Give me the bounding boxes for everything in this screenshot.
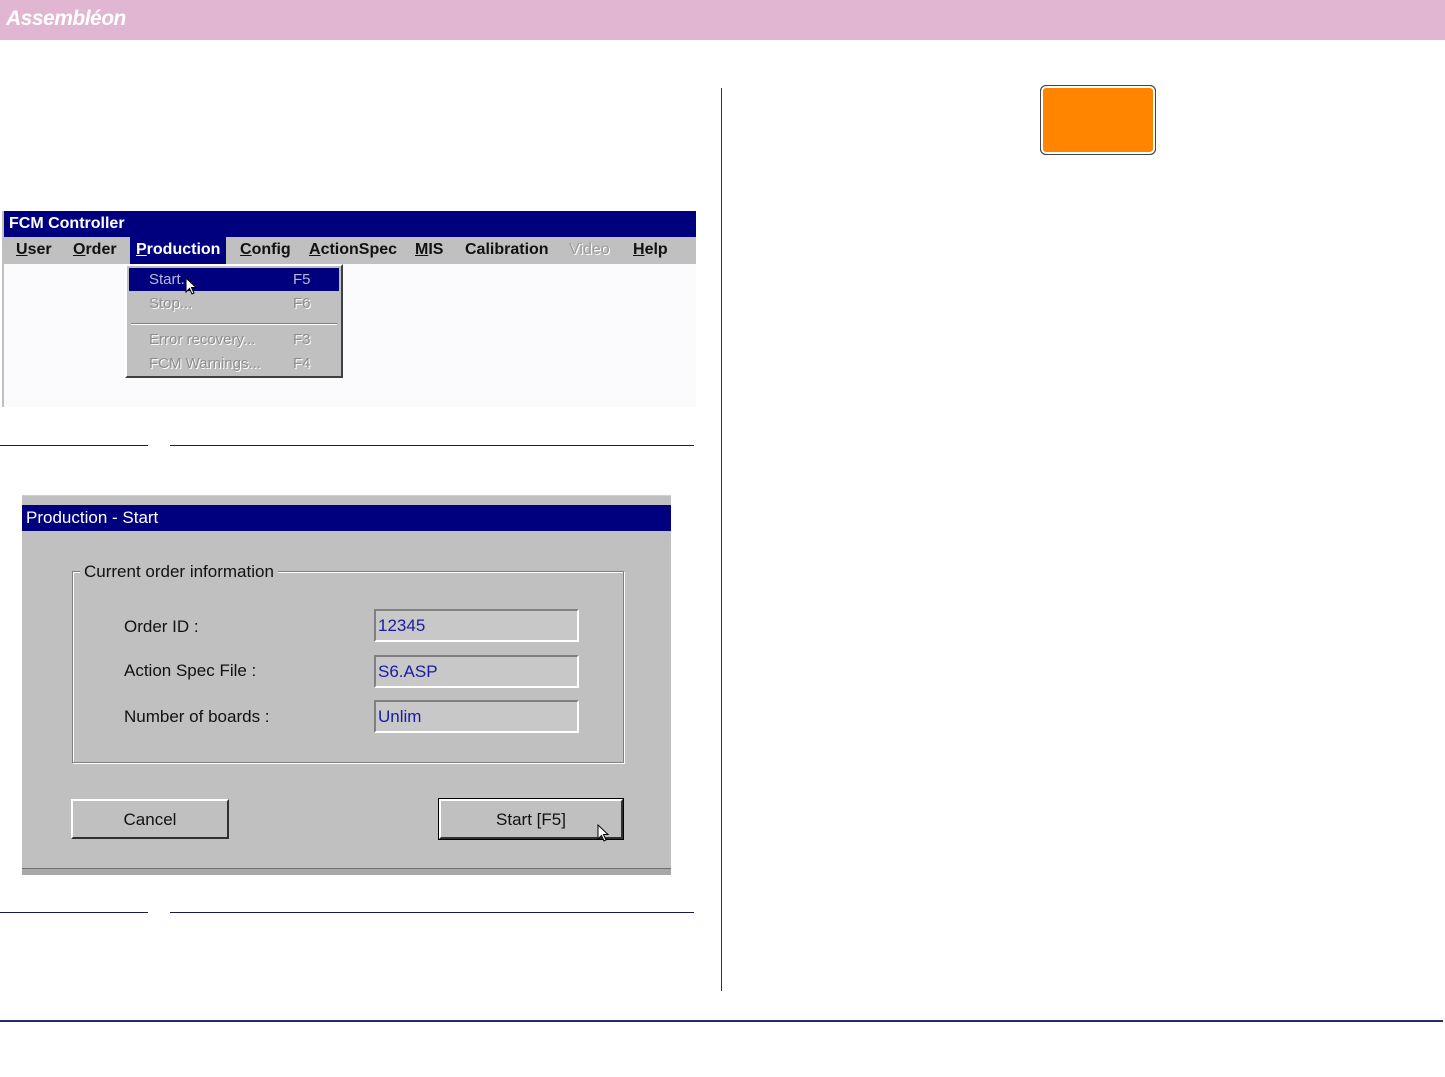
number-of-boards-field[interactable]: Unlim xyxy=(374,700,579,733)
menu-bar: User Order Production Config ActionSpec … xyxy=(4,237,696,264)
menu-order[interactable]: Order xyxy=(67,237,123,264)
menu-calibration[interactable]: Calibration xyxy=(459,237,555,264)
order-id-field[interactable]: 12345 xyxy=(374,609,579,642)
group-label: Current order information xyxy=(80,562,278,582)
menu-actionspec[interactable]: ActionSpec xyxy=(303,237,403,264)
menu-user[interactable]: User xyxy=(10,237,58,264)
menu-item-start[interactable]: Start... F5 xyxy=(129,268,339,291)
orange-indicator xyxy=(1040,85,1156,155)
fcm-controller-window: FCM Controller User Order Production Con… xyxy=(2,211,696,407)
menu-separator xyxy=(131,323,337,325)
menu-help[interactable]: Help xyxy=(627,237,674,264)
caption-rule-right xyxy=(170,912,694,913)
menu-config[interactable]: Config xyxy=(234,237,297,264)
action-spec-field[interactable]: S6.ASP xyxy=(374,655,579,688)
caption-rule-right xyxy=(170,445,694,446)
menu-item-fcm-warnings: FCM Warnings... F4 xyxy=(149,355,311,372)
dialog-bottom-edge xyxy=(22,868,671,875)
dialog-title-bar: Production - Start xyxy=(22,505,671,531)
mouse-pointer-icon xyxy=(597,824,610,842)
number-of-boards-label: Number of boards : xyxy=(124,707,270,726)
production-start-dialog: Production - Start Current order informa… xyxy=(22,495,671,875)
start-button[interactable]: Start [F5] xyxy=(438,798,624,840)
production-dropdown-menu: Start... F5 Stop... F6 Error recovery...… xyxy=(125,264,343,378)
window-title-bar: FCM Controller xyxy=(4,211,696,237)
caption-rule-left xyxy=(0,445,148,446)
action-spec-label: Action Spec File : xyxy=(124,661,257,680)
brand-logo: Assembléon xyxy=(6,7,126,30)
order-id-label: Order ID : xyxy=(124,617,199,636)
header-band xyxy=(0,0,1445,40)
footer-rule xyxy=(0,1020,1443,1022)
cancel-button[interactable]: Cancel xyxy=(71,799,229,839)
menu-item-error-recovery: Error recovery... F3 xyxy=(149,331,311,348)
menu-video: Video xyxy=(569,241,610,258)
menu-mis[interactable]: MIS xyxy=(409,237,449,264)
caption-rule-left xyxy=(0,912,148,913)
menu-production[interactable]: Production xyxy=(130,237,227,264)
mouse-pointer-icon xyxy=(185,277,198,295)
column-divider xyxy=(721,88,722,991)
menu-item-stop: Stop... F6 xyxy=(149,295,311,312)
